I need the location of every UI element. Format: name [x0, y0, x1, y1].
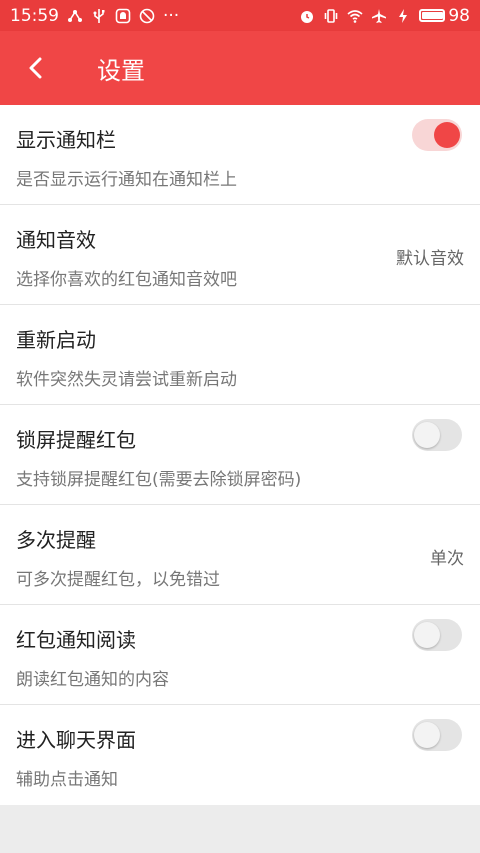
alarm-icon — [299, 8, 315, 24]
setting-multiple-reminders[interactable]: 多次提醒 可多次提醒红包，以免错过 单次 — [0, 505, 480, 605]
page-title: 设置 — [97, 56, 145, 85]
notification-bar-toggle[interactable] — [410, 119, 464, 153]
app-bar: 设置 — [0, 31, 480, 105]
usb-icon — [91, 8, 107, 24]
status-bar: 15:59 ··· 98 — [0, 0, 480, 31]
setting-title: 进入聊天界面 — [16, 728, 136, 752]
enter-chat-toggle[interactable] — [410, 719, 464, 753]
setting-description: 支持锁屏提醒红包(需要去除锁屏密码) — [16, 470, 302, 490]
status-time: 15:59 — [10, 5, 59, 26]
more-notifications-icon: ··· — [163, 5, 180, 26]
setting-value: 单次 — [430, 549, 464, 569]
setting-title: 重新启动 — [16, 328, 96, 352]
setting-description: 可多次提醒红包，以免错过 — [16, 570, 220, 590]
setting-read-notification[interactable]: 红包通知阅读 朗读红包通知的内容 — [0, 605, 480, 705]
setting-notification-sound[interactable]: 通知音效 选择你喜欢的红包通知音效吧 默认音效 — [0, 205, 480, 305]
back-button[interactable] — [0, 31, 72, 105]
battery-indicator: 98 — [419, 6, 470, 26]
notification-app-icon — [115, 8, 131, 24]
lock-screen-reminder-toggle[interactable] — [410, 419, 464, 453]
setting-description: 是否显示运行通知在通知栏上 — [16, 170, 237, 190]
battery-icon — [419, 9, 446, 22]
back-arrow-icon — [29, 57, 42, 79]
setting-title: 锁屏提醒红包 — [16, 428, 136, 452]
setting-description: 辅助点击通知 — [16, 770, 118, 790]
setting-title: 多次提醒 — [16, 528, 96, 552]
vibrate-icon — [323, 8, 339, 24]
setting-description: 选择你喜欢的红包通知音效吧 — [16, 270, 237, 290]
share-icon — [67, 8, 83, 24]
setting-restart[interactable]: 重新启动 软件突然失灵请尝试重新启动 — [0, 305, 480, 405]
setting-title: 显示通知栏 — [16, 128, 116, 152]
do-not-disturb-icon — [139, 8, 155, 24]
charging-icon — [395, 8, 411, 24]
airplane-mode-icon — [371, 8, 387, 24]
setting-lock-screen-reminder[interactable]: 锁屏提醒红包 支持锁屏提醒红包(需要去除锁屏密码) — [0, 405, 480, 505]
setting-show-notification-bar[interactable]: 显示通知栏 是否显示运行通知在通知栏上 — [0, 105, 480, 205]
status-bar-right: 98 — [299, 6, 470, 26]
read-notification-toggle[interactable] — [410, 619, 464, 653]
status-bar-left: 15:59 ··· — [10, 6, 179, 26]
setting-title: 通知音效 — [16, 228, 96, 252]
setting-enter-chat[interactable]: 进入聊天界面 辅助点击通知 — [0, 705, 480, 805]
wifi-icon — [347, 8, 363, 24]
setting-value: 默认音效 — [396, 249, 464, 269]
setting-description: 软件突然失灵请尝试重新启动 — [16, 370, 237, 390]
setting-description: 朗读红包通知的内容 — [16, 670, 169, 690]
settings-list: 显示通知栏 是否显示运行通知在通知栏上 通知音效 选择你喜欢的红包通知音效吧 默… — [0, 105, 480, 805]
battery-level: 98 — [448, 5, 470, 26]
setting-title: 红包通知阅读 — [16, 628, 136, 652]
